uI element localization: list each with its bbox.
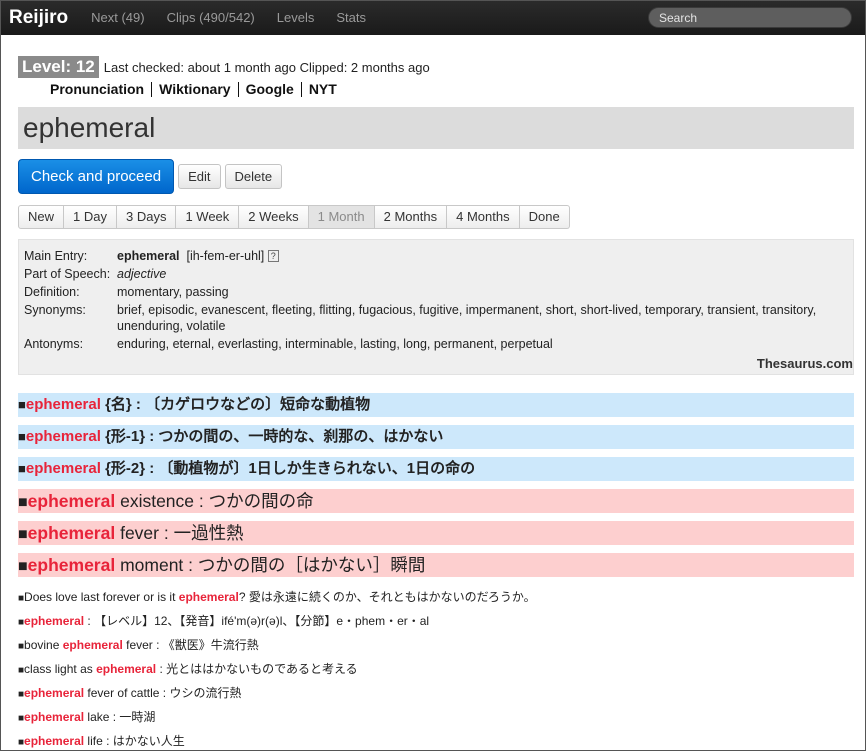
interval-button[interactable]: 4 Months xyxy=(447,205,520,229)
definition-text: existence : つかの間の命 xyxy=(115,491,314,511)
example-keyword: ephemeral xyxy=(24,734,85,748)
antonyms-value: enduring, eternal, everlasting, intermin… xyxy=(117,337,553,351)
definition-item: ■ephemeral {形-2} : 〔動植物が〕1日しか生きられない、1日の命… xyxy=(18,457,854,481)
level-badge: Level: 12 xyxy=(18,56,99,78)
example-text-after: ? 愛は永遠に続くのか、それともはかないのだろうか。 xyxy=(238,590,536,604)
check-meta: Last checked: about 1 month ago Clipped:… xyxy=(103,59,430,75)
top-navbar: Reijiro Next (49) Clips (490/542) Levels… xyxy=(1,1,865,35)
definition-text: fever : 一過性熱 xyxy=(115,523,244,543)
example-item: ■Does love last forever or is it ephemer… xyxy=(18,585,854,609)
synonyms-label: Synonyms: xyxy=(24,303,86,317)
definition-keyword: ephemeral xyxy=(25,460,101,477)
definition-keyword: ephemeral xyxy=(27,523,116,543)
definition-text: {形-2} : 〔動植物が〕1日しか生きられない、1日の命の xyxy=(100,460,476,477)
main-entry-word: ephemeral xyxy=(117,249,180,263)
example-text-after: lake : 一時湖 xyxy=(84,710,156,724)
definition-text: {形-1} : つかの間の、一時的な、刹那の、はかない xyxy=(100,428,444,445)
bullet-icon: ■ xyxy=(18,526,28,543)
edit-button[interactable]: Edit xyxy=(178,164,221,189)
example-list: ■Does love last forever or is it ephemer… xyxy=(18,585,854,753)
help-icon[interactable]: ? xyxy=(267,250,279,262)
definition-item: ■ephemeral {名} : 〔カゲロウなどの〕短命な動植物 xyxy=(18,393,854,417)
antonyms-label: Antonyms: xyxy=(24,337,84,351)
bullet-icon: ■ xyxy=(18,558,28,575)
check-and-proceed-button[interactable]: Check and proceed xyxy=(18,159,175,194)
interval-button[interactable]: 2 Weeks xyxy=(239,205,309,229)
example-keyword: ephemeral xyxy=(24,614,85,628)
example-text-after: : 光とははかないものであると考える xyxy=(156,662,358,676)
nav-next[interactable]: Next (49) xyxy=(80,1,155,35)
example-text-before: Does love last forever or is it xyxy=(24,590,179,604)
main-content: Level: 12 Last checked: about 1 month ag… xyxy=(1,56,865,753)
link-nyt[interactable]: NYT xyxy=(300,82,344,97)
synonyms-value: brief, episodic, evanescent, fleeting, f… xyxy=(117,303,817,333)
pos-label: Part of Speech: xyxy=(24,267,111,281)
interval-button[interactable]: 1 Week xyxy=(176,205,240,229)
definition-text: moment : つかの間の［はかない］瞬間 xyxy=(115,555,426,575)
definition-keyword: ephemeral xyxy=(25,396,101,413)
search-input[interactable] xyxy=(648,7,852,28)
example-item: ■bovine ephemeral fever : 《獣医》牛流行熱 xyxy=(18,633,854,657)
bullet-icon: ■ xyxy=(18,429,26,444)
interval-button[interactable]: 1 Month xyxy=(308,205,375,229)
definition-item: ■ephemeral {形-1} : つかの間の、一時的な、刹那の、はかない xyxy=(18,425,854,449)
word-heading: ephemeral xyxy=(18,107,854,149)
definition-item: ■ephemeral existence : つかの間の命 xyxy=(18,489,854,513)
thesaurus-panel: Main Entry: ephemeral [ih-fem-er-uhl] ? … xyxy=(18,239,854,375)
definition-value: momentary, passing xyxy=(117,285,229,299)
example-text-after: life : はかない人生 xyxy=(84,734,185,748)
pronunciation-text: [ih-fem-er-uhl] xyxy=(186,249,265,263)
definition-item: ■ephemeral moment : つかの間の［はかない］瞬間 xyxy=(18,553,854,577)
bullet-icon: ■ xyxy=(18,397,26,412)
brand-logo[interactable]: Reijiro xyxy=(1,1,79,35)
delete-button[interactable]: Delete xyxy=(224,164,283,189)
definition-keyword: ephemeral xyxy=(25,428,101,445)
example-item: ■ephemeral : 【レベル】12、【発音】ifé'm(ə)r(ə)l、【… xyxy=(18,609,854,633)
example-text-after: fever : 《獣医》牛流行熱 xyxy=(122,638,259,652)
level-row: Level: 12 Last checked: about 1 month ag… xyxy=(18,56,854,78)
example-text-after: : 【レベル】12、【発音】ifé'm(ə)r(ə)l、【分節】e・phem・e… xyxy=(84,614,430,628)
interval-button[interactable]: 3 Days xyxy=(116,205,177,229)
example-text-before: bovine xyxy=(24,638,63,652)
definition-keyword: ephemeral xyxy=(27,491,116,511)
nav-clips[interactable]: Clips (490/542) xyxy=(156,1,266,35)
action-buttons: Check and proceed Edit Delete xyxy=(18,159,854,194)
interval-button[interactable]: 2 Months xyxy=(374,205,448,229)
example-keyword: ephemeral xyxy=(178,590,239,604)
main-entry-label: Main Entry: xyxy=(24,249,88,263)
example-text-before: class light as xyxy=(24,662,97,676)
link-wiktionary[interactable]: Wiktionary xyxy=(151,82,237,97)
example-text-after: fever of cattle : ウシの流行熱 xyxy=(84,686,242,700)
example-item: ■ephemeral life : はかない人生 xyxy=(18,729,854,753)
link-pronunciation[interactable]: Pronunciation xyxy=(50,82,151,97)
definition-text: {名} : 〔カゲロウなどの〕短命な動植物 xyxy=(100,396,371,413)
bullet-icon: ■ xyxy=(18,494,28,511)
definition-item: ■ephemeral fever : 一過性熱 xyxy=(18,521,854,545)
example-item: ■class light as ephemeral : 光とははかないものである… xyxy=(18,657,854,681)
interval-button[interactable]: Done xyxy=(519,205,570,229)
nav-levels[interactable]: Levels xyxy=(266,1,326,35)
example-keyword: ephemeral xyxy=(62,638,123,652)
example-item: ■ephemeral fever of cattle : ウシの流行熱 xyxy=(18,681,854,705)
definition-label: Definition: xyxy=(24,285,80,299)
example-item: ■ephemeral lake : 一時湖 xyxy=(18,705,854,729)
nav-stats[interactable]: Stats xyxy=(325,1,377,35)
definition-list: ■ephemeral {名} : 〔カゲロウなどの〕短命な動植物 ■ephemer… xyxy=(18,393,854,577)
interval-button-group: New 1 Day 3 Days 1 Week 2 Weeks 1 Month 2 Mont… xyxy=(18,205,854,229)
definition-keyword: ephemeral xyxy=(27,555,116,575)
example-keyword: ephemeral xyxy=(24,686,85,700)
pos-value: adjective xyxy=(117,267,167,281)
interval-button[interactable]: 1 Day xyxy=(64,205,117,229)
thesaurus-credit[interactable]: Thesaurus.com xyxy=(757,356,853,371)
link-google[interactable]: Google xyxy=(237,82,301,97)
bullet-icon: ■ xyxy=(18,461,26,476)
example-keyword: ephemeral xyxy=(24,710,85,724)
reference-links: Pronunciation Wiktionary Google NYT xyxy=(50,82,854,97)
interval-button[interactable]: New xyxy=(18,205,65,229)
example-keyword: ephemeral xyxy=(96,662,157,676)
